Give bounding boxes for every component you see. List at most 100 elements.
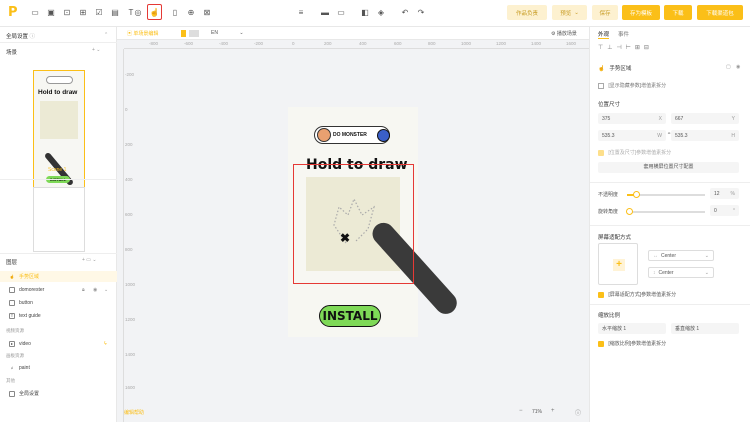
scene-thumbnail-empty[interactable]	[33, 187, 85, 252]
layer-item-gesture-area[interactable]: ☝ 手势区域	[0, 271, 117, 282]
width-input[interactable]: 535.3 W	[598, 130, 666, 141]
layer-item-domorester[interactable]: domorester 🔒︎ ◉ ⌄	[0, 284, 117, 295]
zoom-out-button[interactable]: −	[519, 408, 523, 414]
divider	[590, 182, 750, 183]
brand-logo[interactable]: P	[8, 6, 20, 19]
tab-events[interactable]: 事件	[618, 30, 629, 38]
gear-icon: ⚙	[551, 31, 556, 37]
language-label: EN	[211, 30, 218, 36]
target-icon[interactable]: ◎	[133, 7, 143, 18]
rotation-slider-thumb[interactable]	[626, 208, 633, 215]
checkbox-unchecked-icon	[598, 82, 604, 89]
align-horizontal-select[interactable]: ↔ Center ⌄	[648, 250, 714, 261]
scale-y-input[interactable]: 垂直缩放 1	[671, 323, 739, 334]
opacity-input[interactable]: 12%	[710, 188, 739, 199]
checkbox-checked-icon	[598, 340, 604, 347]
folder-icon[interactable]: ▬	[320, 7, 330, 18]
collapse-icon[interactable]: ⌃	[104, 32, 108, 38]
preview-button[interactable]: 预览 ⌄	[552, 5, 587, 20]
language-select[interactable]: EN ⌄	[211, 30, 244, 36]
text-box-icon[interactable]: ▭	[30, 7, 40, 18]
x-suffix: X	[658, 115, 662, 122]
download-button[interactable]: 下载	[664, 5, 692, 20]
ruler-tick: 1000	[125, 282, 136, 287]
layer-item-video[interactable]: ▸ video ϟ	[0, 338, 117, 349]
canvas-toolbar: ▣ 单场景编辑 EN ⌄ ⚙ 播放场景	[117, 27, 589, 40]
show-hidden-param[interactable]: [显示隐藏参数]增值素拆分	[598, 82, 666, 89]
layer-label: 全局设置	[19, 391, 40, 397]
global-settings-title[interactable]: 全局设置 ⓘ	[6, 32, 35, 40]
layer-item-paint[interactable]: ♫ paint	[0, 362, 117, 373]
play-scene-button[interactable]: ⚙ 播放场景	[551, 30, 577, 37]
table-icon[interactable]: ▤	[110, 7, 120, 18]
adapt-param-toggle[interactable]: [屏幕适配方式]参数增值素拆分	[598, 291, 676, 298]
zoom-in-button[interactable]: +	[551, 408, 555, 414]
paint-icon[interactable]: ◈	[376, 7, 386, 18]
single-scene-mode[interactable]: ▣ 单场景编辑	[127, 30, 158, 37]
layer-item-text-guide[interactable]: T text guide	[0, 310, 117, 321]
save-button[interactable]: 保存	[592, 5, 618, 20]
scale-param-toggle[interactable]: [缩放比例]参数增值素拆分	[598, 340, 666, 347]
color-swatch-yellow[interactable]	[181, 30, 186, 37]
add-scene-icon[interactable]: + ⌄	[92, 47, 101, 53]
layer-group-paint: 画板资源	[6, 353, 24, 358]
image-icon[interactable]: ▣	[46, 7, 56, 18]
download-channel-button[interactable]: 下载渠道包	[697, 5, 743, 20]
crop-icon[interactable]: ⊞	[78, 7, 88, 18]
redo-icon[interactable]: ↷	[416, 7, 426, 18]
height-input[interactable]: 535.3 H	[671, 130, 739, 141]
position-param-label: [位置及尺寸]参数增值素拆分	[608, 150, 672, 156]
anchor-center[interactable]: +	[613, 259, 625, 271]
undo-icon[interactable]: ↶	[400, 7, 410, 18]
chevron-down-icon[interactable]: ⌄	[104, 287, 108, 293]
layer-tools-icon[interactable]: + ▭ ⌄	[82, 257, 97, 263]
align-vertical-select[interactable]: ↕ Center ⌄	[648, 267, 714, 278]
lock-icon[interactable]: 🔒︎	[82, 287, 85, 293]
document-icon[interactable]: ▯	[170, 7, 180, 18]
color-swatch-grey[interactable]	[189, 30, 199, 37]
save-as-template-button[interactable]: 存为模板	[622, 5, 660, 20]
layer-item-global-settings[interactable]: 全局设置	[0, 388, 117, 399]
works-button[interactable]: 作品负责	[507, 5, 547, 20]
folder-open-icon[interactable]: ▭	[336, 7, 346, 18]
selection-box[interactable]	[293, 164, 414, 284]
rotation-slider-track[interactable]	[626, 208, 705, 215]
eye-icon[interactable]: ◉	[93, 287, 97, 293]
thumb-logo	[46, 76, 73, 84]
install-button[interactable]: INSTALL	[319, 305, 381, 327]
align-v-value: Center	[658, 269, 674, 276]
scene-name: Scene 1	[48, 167, 67, 173]
show-hidden-label: [显示隐藏参数]增值素拆分	[608, 83, 667, 89]
apply-landscape-button[interactable]: 套用横屏位置尺寸配置	[598, 162, 739, 173]
y-input[interactable]: 667 Y	[671, 113, 739, 124]
rotation-input[interactable]: 0 °	[710, 205, 739, 216]
layers-icon[interactable]: ≡	[296, 7, 306, 18]
target-plus-icon[interactable]: ⊕	[186, 7, 196, 18]
gesture-tool-selected[interactable]: ☝	[147, 4, 162, 20]
layers-title: 图层	[6, 260, 18, 266]
frame-icon[interactable]: ⊡	[62, 7, 72, 18]
ruler-tick: -400	[219, 41, 229, 46]
opacity-slider-thumb[interactable]	[633, 191, 640, 198]
divider	[0, 179, 117, 180]
scenes-title: 场景	[6, 50, 18, 56]
edit-help-link[interactable]: 编辑帮助	[124, 409, 144, 416]
position-param-toggle[interactable]: [位置及尺寸]参数增值素拆分	[598, 149, 671, 156]
opacity-slider-track[interactable]	[627, 191, 705, 198]
lock-icon[interactable]: ▢	[726, 64, 731, 70]
eye-icon[interactable]: ◉	[736, 64, 740, 70]
tab-appearance[interactable]: 外观	[598, 30, 610, 39]
anchor-widget[interactable]: +	[598, 243, 638, 285]
ruler-tick: 200	[125, 142, 133, 147]
checkbox-icon[interactable]: ☑	[94, 7, 104, 18]
align-tools[interactable]: ⊤⊥⊣⊢⊞⊟	[598, 44, 653, 51]
rotation-value: 0	[714, 207, 717, 214]
help-icon[interactable]: ⓘ	[575, 408, 581, 417]
layer-item-button[interactable]: button	[0, 297, 117, 308]
x-input[interactable]: 375 X	[598, 113, 666, 124]
scale-x-input[interactable]: 水平缩放 1	[598, 323, 666, 334]
image-plus-icon[interactable]: ⊠	[202, 7, 212, 18]
properties-panel: 外观 事件 ⊤⊥⊣⊢⊞⊟ ☝ 手势区域 ▢ ◉ [显示隐藏参数]增值素拆分 位置…	[589, 27, 750, 422]
copy-icon[interactable]: ◧	[360, 7, 370, 18]
hand-pointer-icon: ☝	[149, 7, 160, 17]
